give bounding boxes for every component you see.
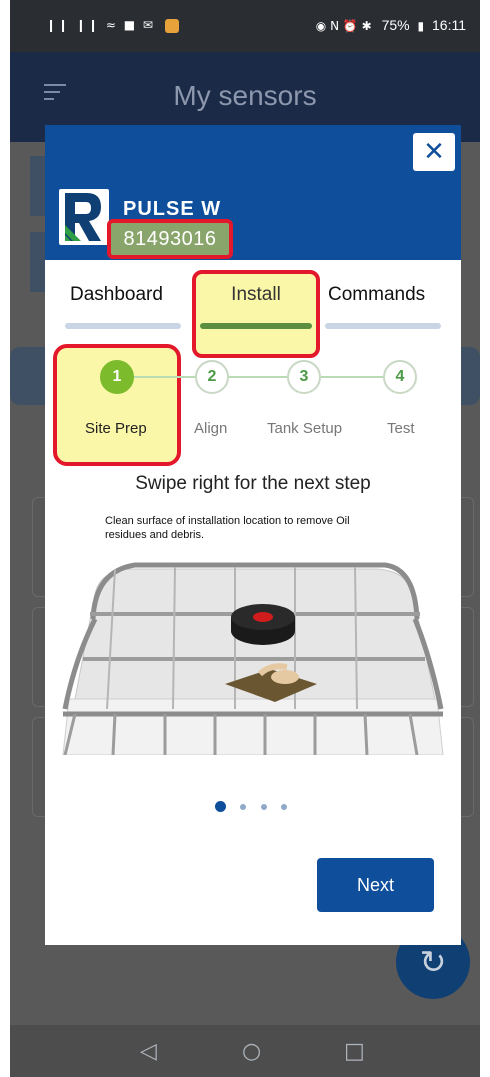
page-dot (281, 803, 288, 810)
step-connector (133, 376, 195, 378)
tab-dashboard[interactable]: Dashboard (70, 284, 163, 306)
illustration-caption: Clean surface of installation location t… (105, 515, 350, 541)
install-stepper: 1 2 3 4 Site Prep Align Tank Setup Test (45, 340, 461, 470)
device-serial-number: 81493016 (123, 228, 217, 250)
step-4-label: Test (387, 420, 415, 437)
page-dot-active (215, 801, 226, 813)
dialog-tabs: Dashboard Install Commands (45, 260, 461, 358)
sensor-install-dialog: ✕ PULSE W 81493016 Dashboard Install Com… (45, 125, 461, 945)
swipe-hint: Swipe right for the next step (135, 473, 371, 494)
dialog-header: ✕ PULSE W 81493016 (45, 125, 461, 260)
step-3-circle[interactable]: 3 (287, 360, 321, 394)
status-bar: ❙❙ ❙❙ ≈ ■ ✉ ◉ N ⏰ ✱ 75% ▮ 16:11 (10, 0, 480, 52)
step-1-label: Site Prep (85, 420, 147, 437)
page-indicator (215, 798, 297, 813)
status-indicator-icons: ◉ N ⏰ ✱ (315, 19, 372, 33)
page-dot (260, 803, 267, 810)
next-button[interactable]: Next (317, 858, 434, 912)
device-name: PULSE W (123, 198, 222, 220)
step-connector (321, 376, 383, 378)
install-illustration: Clean surface of installation location t… (55, 509, 451, 756)
tab-install-label: Install (231, 284, 281, 305)
home-icon[interactable]: ○ (242, 1039, 261, 1064)
tab-dashboard-indicator (65, 323, 181, 329)
tab-install-indicator (200, 323, 312, 329)
step-connector (229, 376, 287, 378)
step-3-label: Tank Setup (267, 420, 343, 437)
page-title: My sensors (173, 80, 317, 111)
serial-number-highlight: 81493016 (107, 219, 233, 259)
status-right: ◉ N ⏰ ✱ 75% ▮ 16:11 (316, 17, 466, 33)
tab-commands-indicator (325, 323, 441, 329)
clock: 16:11 (432, 17, 466, 33)
page-dot (240, 803, 247, 810)
signal-icon: ❙❙ ❙❙ ≈ ■ ✉ (46, 18, 155, 32)
signal-icons: ❙❙ ❙❙ ≈ ■ ✉ (46, 18, 179, 33)
battery-level: 75% (381, 17, 410, 33)
system-nav-bar: ◁ ○ □ (10, 1025, 480, 1077)
close-button[interactable]: ✕ (413, 133, 455, 171)
step-1-circle[interactable]: 1 (100, 360, 134, 394)
step-2-label: Align (194, 420, 228, 437)
refresh-icon: ↻ (419, 944, 447, 980)
recent-apps-icon[interactable]: □ (344, 1039, 365, 1064)
notification-app-icon (164, 18, 179, 33)
step-4-circle[interactable]: 4 (383, 360, 417, 394)
tab-commands[interactable]: Commands (328, 284, 425, 306)
battery-icon: ▮ (417, 19, 425, 33)
brand-logo (59, 189, 109, 245)
back-icon[interactable]: ◁ (140, 1039, 157, 1064)
tank-cleaning-illustration (55, 509, 451, 756)
step-2-circle[interactable]: 2 (195, 360, 229, 394)
